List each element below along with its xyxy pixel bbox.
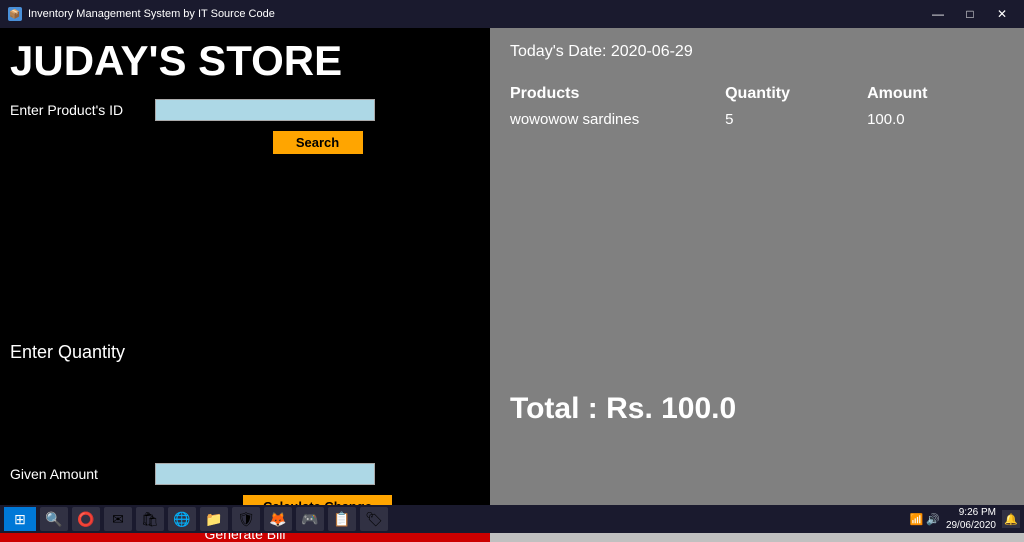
total-amount: Total : Rs. 100.0 <box>510 392 1004 426</box>
row-quantity: 5 <box>725 107 867 132</box>
taskbar-clock: 9:26 PM 29/06/2020 <box>946 506 996 532</box>
maximize-button[interactable]: □ <box>956 0 984 28</box>
receipt-table: Products Quantity Amount wowowow sardine… <box>510 81 1004 132</box>
clipboard-taskbar-icon[interactable]: 📋 <box>328 507 356 531</box>
search-button[interactable]: Search <box>273 131 363 154</box>
game-taskbar-icon[interactable]: 🎮 <box>296 507 324 531</box>
notification-icon[interactable]: 🔔 <box>1002 510 1020 528</box>
main-container: JUDAY'S STORE Enter Product's ID Search … <box>0 28 1024 505</box>
quantity-label-row: Enter Quantity <box>10 342 480 363</box>
search-taskbar-icon[interactable]: 🔍 <box>40 507 68 531</box>
minimize-button[interactable]: — <box>924 0 952 28</box>
receipt-table-header: Products Quantity Amount <box>510 81 1004 107</box>
taskbar: ⊞ 🔍 ⭕ ✉ 🛍 🌐 📁 🛡 🦊 🎮 📋 🏷 📶 🔊 9:26 PM 29/0… <box>0 505 1024 533</box>
windows-icon: ⊞ <box>14 511 26 528</box>
taskbar-time-value: 9:26 PM <box>946 506 996 519</box>
taskbar-sys-icons: 📶 🔊 <box>910 513 940 526</box>
col-products: Products <box>510 81 725 107</box>
mail-taskbar-icon[interactable]: ✉ <box>104 507 132 531</box>
search-btn-row: Search <box>10 131 480 154</box>
network-icon: 📶 <box>910 513 924 526</box>
col-quantity: Quantity <box>725 81 867 107</box>
taskbar-icons: 🔍 ⭕ ✉ 🛍 🌐 📁 🛡 🦊 🎮 📋 🏷 <box>40 507 910 531</box>
given-amount-label: Given Amount <box>10 466 155 482</box>
product-id-label: Enter Product's ID <box>10 102 155 118</box>
explorer-taskbar-icon[interactable]: 📁 <box>200 507 228 531</box>
taskbar-right: 📶 🔊 9:26 PM 29/06/2020 🔔 <box>910 506 1020 532</box>
volume-icon: 🔊 <box>926 513 940 526</box>
row-amount: 100.0 <box>867 107 1004 132</box>
app-taskbar-icon[interactable]: 🏷 <box>360 507 388 531</box>
right-panel: Today's Date: 2020-06-29 Products Quanti… <box>490 28 1024 505</box>
cortana-taskbar-icon[interactable]: ⭕ <box>72 507 100 531</box>
titlebar-title: Inventory Management System by IT Source… <box>28 8 275 20</box>
row-product: wowowow sardines <box>510 107 725 132</box>
app-icon: 📦 <box>8 7 22 21</box>
left-panel: JUDAY'S STORE Enter Product's ID Search … <box>0 28 490 505</box>
table-row: wowowow sardines 5 100.0 <box>510 107 1004 132</box>
given-amount-input[interactable] <box>155 463 375 485</box>
shield-taskbar-icon[interactable]: 🛡 <box>232 507 260 531</box>
close-button[interactable]: ✕ <box>988 0 1016 28</box>
edge-taskbar-icon[interactable]: 🌐 <box>168 507 196 531</box>
quantity-label: Enter Quantity <box>10 342 125 362</box>
product-id-row: Enter Product's ID <box>10 99 480 121</box>
firefox-taskbar-icon[interactable]: 🦊 <box>264 507 292 531</box>
given-amount-row: Given Amount <box>10 463 480 485</box>
start-button[interactable]: ⊞ <box>4 507 36 531</box>
product-id-input[interactable] <box>155 99 375 121</box>
col-amount: Amount <box>867 81 1004 107</box>
taskbar-date-value: 29/06/2020 <box>946 519 996 532</box>
titlebar-left: 📦 Inventory Management System by IT Sour… <box>8 7 275 21</box>
today-date: Today's Date: 2020-06-29 <box>510 43 1004 61</box>
titlebar-controls: — □ ✕ <box>924 0 1016 28</box>
titlebar: 📦 Inventory Management System by IT Sour… <box>0 0 1024 28</box>
store-title: JUDAY'S STORE <box>10 38 480 84</box>
store-taskbar-icon[interactable]: 🛍 <box>136 507 164 531</box>
